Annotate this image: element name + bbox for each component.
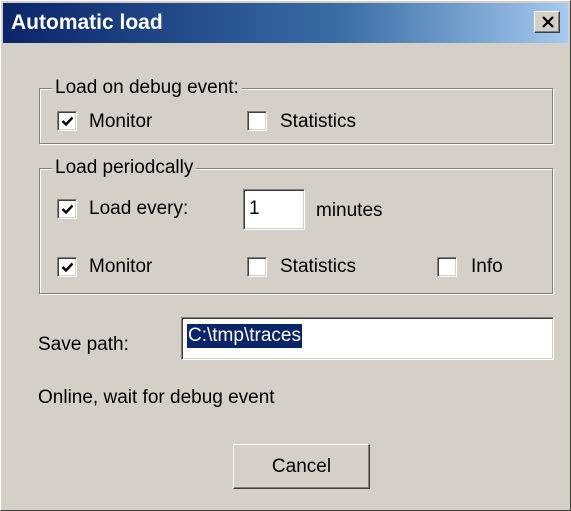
debug-monitor-label[interactable]: Monitor (89, 110, 152, 134)
save-path-label: Save path: (38, 334, 129, 355)
debug-event-group: Load on debug event: Monitor Statistics (39, 76, 553, 144)
title-bar[interactable]: Automatic load (3, 3, 568, 43)
periodic-info-label[interactable]: Info (471, 255, 503, 279)
checkmark-icon (61, 116, 74, 127)
debug-monitor-checkbox[interactable] (57, 111, 77, 131)
periodic-statistics-label[interactable]: Statistics (280, 255, 356, 279)
checkmark-icon (61, 204, 74, 215)
periodic-monitor-checkbox[interactable] (57, 257, 77, 277)
checkmark-icon (61, 262, 74, 273)
debug-statistics-checkbox[interactable] (247, 111, 267, 131)
load-every-label[interactable]: Load every: (89, 197, 188, 221)
close-button[interactable] (534, 11, 560, 33)
load-every-checkbox[interactable] (57, 199, 77, 219)
cancel-button[interactable]: Cancel (233, 444, 370, 489)
minutes-input-value: 1 (249, 198, 260, 219)
periodic-statistics-checkbox[interactable] (247, 257, 267, 277)
minutes-label: minutes (316, 200, 383, 221)
minutes-input[interactable]: 1 (243, 189, 305, 230)
debug-event-group-legend: Load on debug event: (52, 76, 242, 100)
automatic-load-dialog: Automatic load Load on debug event: Moni… (0, 0, 571, 511)
debug-statistics-label[interactable]: Statistics (280, 110, 356, 134)
save-path-input[interactable]: C:\tmp\traces (181, 317, 554, 360)
periodic-load-group: Load periodcally Load every: 1 minutes M… (39, 156, 553, 294)
periodic-monitor-label[interactable]: Monitor (89, 255, 152, 279)
cancel-button-label: Cancel (271, 456, 332, 477)
periodic-info-checkbox[interactable] (437, 257, 457, 277)
close-icon (542, 16, 554, 28)
window-title: Automatic load (11, 11, 163, 34)
status-text: Online, wait for debug event (38, 387, 275, 408)
save-path-value: C:\tmp\traces (187, 324, 302, 348)
periodic-load-group-legend: Load periodcally (52, 156, 197, 180)
